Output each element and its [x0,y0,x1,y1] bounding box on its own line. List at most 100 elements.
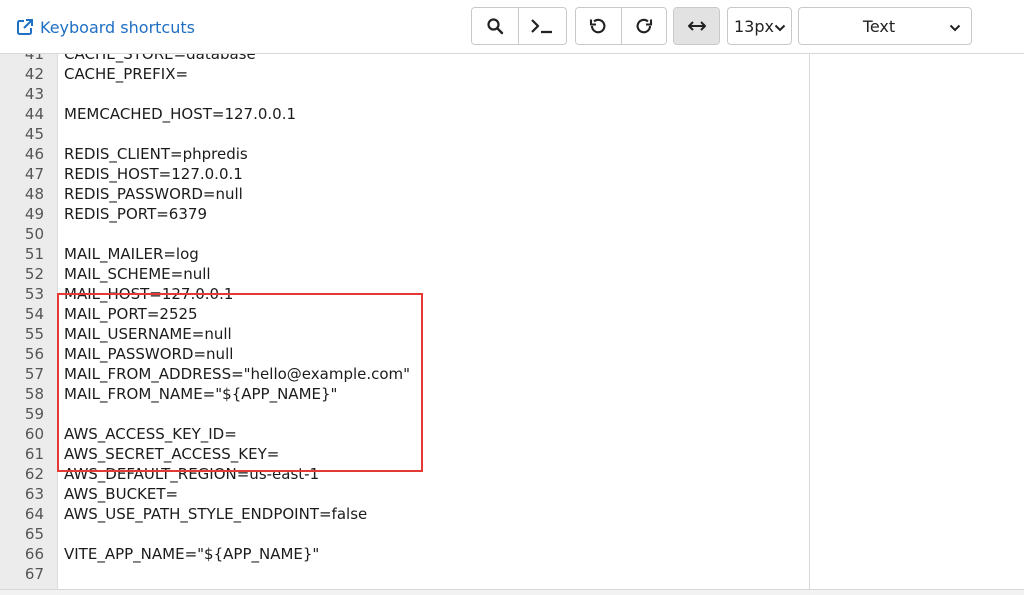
code-text[interactable]: AWS_ACCESS_KEY_ID= [64,425,237,443]
code-line[interactable]: 60 AWS_ACCESS_KEY_ID= [0,424,809,444]
line-number: 60 [24,425,44,443]
line-number: 67 [24,565,44,583]
mode-value: Text [862,16,896,36]
code-lines: 41 CACHE_STORE=database 42 CACHE_PREFIX= 43 4… [0,54,809,584]
code-line[interactable]: 54 MAIL_PORT=2525 [0,304,809,324]
line-number: 51 [24,245,44,263]
line-number: 49 [24,205,44,223]
code-text[interactable]: REDIS_HOST=127.0.0.1 [64,165,243,183]
keyboard-shortcuts-link[interactable]: Keyboard shortcuts [16,17,195,37]
code-line[interactable]: 65 [0,524,809,544]
side-panel [810,54,1024,590]
line-number: 61 [24,445,44,463]
chevron-down-icon [774,17,786,36]
horizontal-scrollbar[interactable] [0,589,1024,595]
undo-icon [589,17,607,35]
code-line[interactable]: 45 [0,124,809,144]
code-text[interactable]: MAIL_USERNAME=null [64,325,232,343]
terminal-icon [530,17,554,35]
line-number: 59 [24,405,44,423]
code-line[interactable]: 41 CACHE_STORE=database [0,54,809,64]
code-line[interactable]: 46 REDIS_CLIENT=phpredis [0,144,809,164]
search-button[interactable] [472,8,518,44]
code-text[interactable]: REDIS_CLIENT=phpredis [64,145,248,163]
code-text[interactable]: AWS_BUCKET= [64,485,178,503]
wrap-icon [687,19,707,33]
code-text[interactable]: AWS_USE_PATH_STYLE_ENDPOINT=false [64,505,367,523]
code-line[interactable]: 55 MAIL_USERNAME=null [0,324,809,344]
line-number: 66 [24,545,44,563]
code-line[interactable]: 49 REDIS_PORT=6379 [0,204,809,224]
wrap-group [673,7,720,45]
line-number: 65 [24,525,44,543]
line-number: 41 [24,54,44,63]
code-line[interactable]: 56 MAIL_PASSWORD=null [0,344,809,364]
code-line[interactable]: 52 MAIL_SCHEME=null [0,264,809,284]
code-text[interactable]: CACHE_STORE=database [64,54,256,63]
undo-button[interactable] [576,8,621,44]
editor-toolbar: Keyboard shortcuts 13px Text [0,0,1024,54]
code-text[interactable]: MAIL_HOST=127.0.0.1 [64,285,233,303]
line-number: 57 [24,365,44,383]
line-number: 64 [24,505,44,523]
code-editor[interactable]: 41 CACHE_STORE=database 42 CACHE_PREFIX= 43 4… [0,54,810,590]
mode-select[interactable]: Text [798,7,972,45]
code-text[interactable]: MAIL_SCHEME=null [64,265,211,283]
code-line[interactable]: 48 REDIS_PASSWORD=null [0,184,809,204]
chevron-down-icon [949,17,961,36]
code-line[interactable]: 57 MAIL_FROM_ADDRESS="hello@example.com" [0,364,809,384]
code-text[interactable]: AWS_DEFAULT_REGION=us-east-1 [64,465,319,483]
font-size-select[interactable]: 13px [727,7,792,45]
code-line[interactable]: 59 [0,404,809,424]
code-text[interactable]: MEMCACHED_HOST=127.0.0.1 [64,105,296,123]
code-line[interactable]: 44 MEMCACHED_HOST=127.0.0.1 [0,104,809,124]
code-text[interactable]: MAIL_FROM_ADDRESS="hello@example.com" [64,365,410,383]
terminal-button[interactable] [518,8,564,44]
font-size-value: 13px [734,16,774,36]
code-text[interactable]: MAIL_MAILER=log [64,245,199,263]
line-number: 63 [24,485,44,503]
redo-icon [635,17,653,35]
line-number: 43 [24,85,44,103]
wrap-toggle-button[interactable] [674,8,719,44]
external-link-icon [16,18,34,36]
keyboard-shortcuts-label: Keyboard shortcuts [40,17,195,37]
line-number: 45 [24,125,44,143]
line-number: 47 [24,165,44,183]
code-line[interactable]: 64 AWS_USE_PATH_STYLE_ENDPOINT=false [0,504,809,524]
line-number: 62 [24,465,44,483]
code-line[interactable]: 50 [0,224,809,244]
code-line[interactable]: 42 CACHE_PREFIX= [0,64,809,84]
code-text[interactable]: MAIL_FROM_NAME="${APP_NAME}" [64,385,337,403]
line-number: 56 [24,345,44,363]
search-icon [486,17,504,35]
line-number: 52 [24,265,44,283]
line-number: 50 [24,225,44,243]
code-text[interactable]: AWS_SECRET_ACCESS_KEY= [64,445,279,463]
code-line[interactable]: 51 MAIL_MAILER=log [0,244,809,264]
code-line[interactable]: 61 AWS_SECRET_ACCESS_KEY= [0,444,809,464]
code-line[interactable]: 53 MAIL_HOST=127.0.0.1 [0,284,809,304]
code-line[interactable]: 58 MAIL_FROM_NAME="${APP_NAME}" [0,384,809,404]
code-line[interactable]: 66 VITE_APP_NAME="${APP_NAME}" [0,544,809,564]
code-text[interactable]: MAIL_PORT=2525 [64,305,198,323]
line-number: 42 [24,65,44,83]
code-line[interactable]: 47 REDIS_HOST=127.0.0.1 [0,164,809,184]
code-text[interactable]: MAIL_PASSWORD=null [64,345,233,363]
code-text[interactable]: REDIS_PORT=6379 [64,205,207,223]
line-number: 44 [24,105,44,123]
line-number: 46 [24,145,44,163]
code-line[interactable]: 62 AWS_DEFAULT_REGION=us-east-1 [0,464,809,484]
code-line[interactable]: 43 [0,84,809,104]
line-number: 55 [24,325,44,343]
line-number: 48 [24,185,44,203]
line-number: 53 [24,285,44,303]
code-line[interactable]: 63 AWS_BUCKET= [0,484,809,504]
line-number: 54 [24,305,44,323]
search-terminal-group [471,7,567,45]
code-line[interactable]: 67 [0,564,809,584]
redo-button[interactable] [620,8,666,44]
code-text[interactable]: REDIS_PASSWORD=null [64,185,243,203]
code-text[interactable]: VITE_APP_NAME="${APP_NAME}" [64,545,319,563]
code-text[interactable]: CACHE_PREFIX= [64,65,188,83]
